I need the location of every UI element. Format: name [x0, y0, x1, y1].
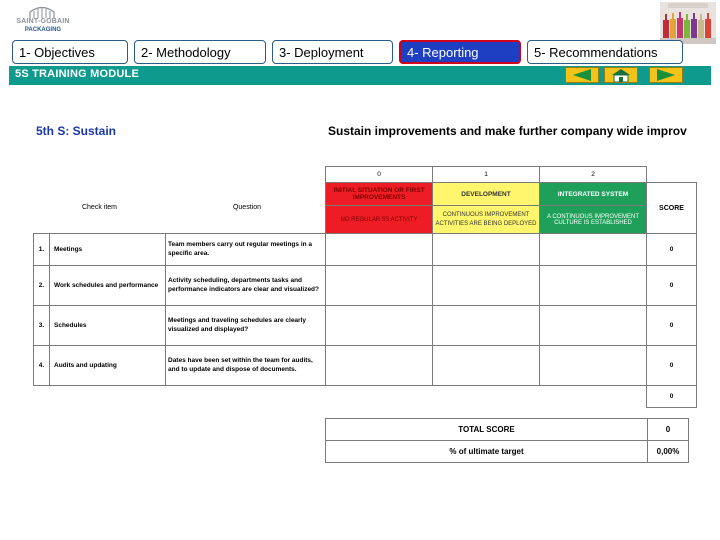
check-item: Meetings [49, 233, 166, 266]
score-header: SCORE [646, 182, 697, 234]
level-1-cell[interactable] [432, 233, 540, 266]
question-text: Dates have been set within the team for … [165, 345, 326, 386]
check-item: Audits and updating [49, 345, 166, 386]
level-0-cell[interactable] [325, 233, 433, 266]
row-number: 2. [33, 265, 50, 306]
section-subtitle: Sustain improvements and make further co… [328, 124, 687, 138]
row-score: 0 [646, 233, 697, 266]
assessment-table: 0 1 2 Check item Question INITIAL SITUAT… [33, 166, 697, 408]
question-header: Question [232, 204, 261, 212]
tab-deployment[interactable]: 3- Deployment [272, 40, 393, 64]
level-2-cell[interactable] [539, 305, 647, 346]
level-desc-development: CONTINUOUS IMPROVEMENT ACTIVITIES ARE BE… [432, 205, 540, 234]
right-arrow-icon [657, 69, 675, 81]
section-title: 5th S: Sustain [36, 124, 117, 138]
total-score-label: TOTAL SCORE [325, 418, 648, 441]
level-name-development: DEVELOPMENT [432, 182, 540, 206]
question-text: Team members carry out regular meetings … [165, 233, 326, 266]
module-title: 5S TRAINING MODULE [15, 68, 139, 80]
level-0-cell[interactable] [325, 345, 433, 386]
bottles-image [660, 2, 716, 44]
level-2-cell[interactable] [539, 233, 647, 266]
next-button[interactable] [649, 67, 683, 83]
arch-logo-icon [29, 6, 55, 18]
row-score: 0 [646, 265, 697, 306]
target-value: 0,00% [647, 440, 689, 463]
level-0-cell[interactable] [325, 305, 433, 346]
level-1-cell[interactable] [432, 305, 540, 346]
row-number: 1. [33, 233, 50, 266]
table-row: 3. Schedules Meetings and traveling sche… [33, 305, 697, 346]
question-text: Activity scheduling, departments tasks a… [165, 265, 326, 306]
level-name-initial: INITIAL SITUATION OR FIRST IMPROVEMENTS [325, 182, 433, 206]
target-label: % of ultimate target [325, 440, 648, 463]
row-number: 3. [33, 305, 50, 346]
total-score-value: 0 [647, 418, 689, 441]
level-number: 0 [325, 166, 433, 183]
saint-gobain-logo: SAINT-GOBAIN PACKAGING [9, 6, 77, 36]
level-1-cell[interactable] [432, 345, 540, 386]
home-icon [612, 68, 630, 82]
level-desc-integrated: A CONTINUOUS IMPROVEMENT CULTURE IS ESTA… [539, 205, 647, 234]
level-number: 1 [432, 166, 540, 183]
level-2-cell[interactable] [539, 265, 647, 306]
level-0-cell[interactable] [325, 265, 433, 306]
question-text: Meetings and traveling schedules are cle… [165, 305, 326, 346]
row-score: 0 [646, 305, 697, 346]
check-item-header: Check item [81, 204, 117, 212]
level-name-integrated: INTEGRATED SYSTEM [539, 182, 647, 206]
tab-objectives[interactable]: 1- Objectives [12, 40, 128, 64]
module-bar: 5S TRAINING MODULE [9, 66, 711, 85]
sum-score: 0 [646, 385, 697, 408]
table-row: 4. Audits and updating Dates have been s… [33, 345, 697, 386]
brand-name: SAINT-GOBAIN [16, 18, 70, 25]
level-desc-initial: NO REGULAR 5S ACTIVITY [325, 205, 433, 234]
level-number: 2 [539, 166, 647, 183]
level-2-cell[interactable] [539, 345, 647, 386]
table-row: 1. Meetings Team members carry out regul… [33, 233, 697, 266]
tab-recommendations[interactable]: 5- Recommendations [527, 40, 683, 64]
row-number: 4. [33, 345, 50, 386]
total-table: TOTAL SCORE 0 % of ultimate target 0,00% [325, 418, 689, 463]
check-item: Schedules [49, 305, 166, 346]
level-1-cell[interactable] [432, 265, 540, 306]
tab-methodology[interactable]: 2- Methodology [134, 40, 266, 64]
prev-button[interactable] [565, 67, 599, 83]
tab-reporting[interactable]: 4- Reporting [399, 40, 521, 64]
check-item: Work schedules and performance [49, 265, 166, 306]
left-arrow-icon [573, 69, 591, 81]
table-row: 2. Work schedules and performance Activi… [33, 265, 697, 306]
brand-sub: PACKAGING [24, 27, 62, 33]
home-button[interactable] [604, 67, 638, 83]
row-score: 0 [646, 345, 697, 386]
